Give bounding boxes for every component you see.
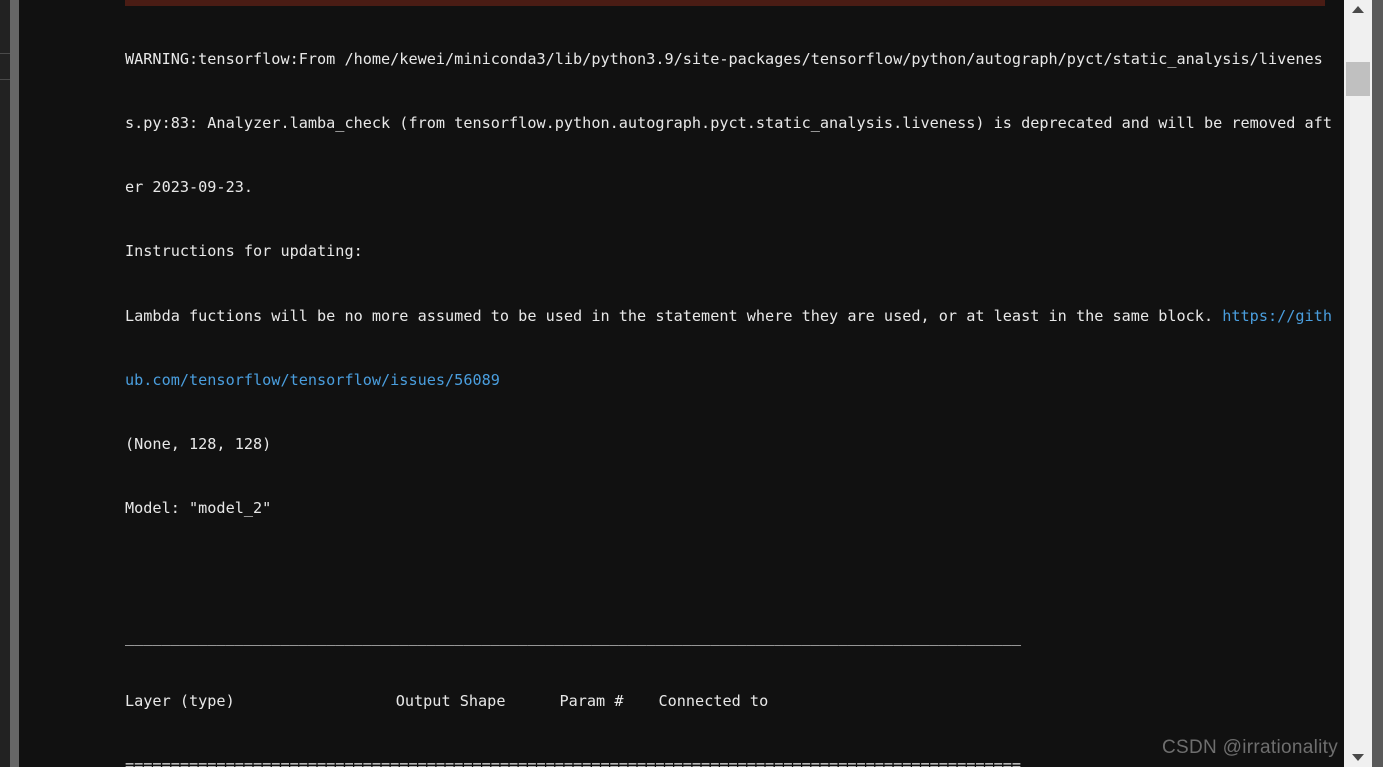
github-link-part-1[interactable]: https://gith: [1222, 307, 1332, 325]
left-gap: [19, 0, 22, 767]
header-output-shape: Output Shape: [395, 691, 506, 710]
scrollbar-thumb[interactable]: [1346, 62, 1370, 96]
shape-output-line: (None, 128, 128): [125, 435, 272, 454]
table-header-row: Layer (type) Output Shape Param # Connected…: [125, 691, 1340, 712]
model-name-line: Model: "model_2": [125, 499, 272, 518]
lambda-instruction-line: Lambda fuctions will be no more assumed …: [125, 306, 1340, 327]
scroll-down-arrow-icon[interactable]: [1352, 754, 1364, 761]
github-link-line: ub.com/tensorflow/tensorflow/issues/5608…: [125, 370, 1340, 391]
header-param: Param #: [559, 691, 624, 710]
warning-line: s.py:83: Analyzer.lamba_check (from tens…: [125, 114, 1332, 133]
header-layer: Layer (type): [125, 691, 235, 710]
left-gutter-panel: [0, 0, 10, 767]
warning-line: Instructions for updating:: [125, 242, 363, 261]
github-link-part-2[interactable]: ub.com/tensorflow/tensorflow/issues/5608…: [125, 371, 500, 389]
vertical-scrollbar[interactable]: [1344, 0, 1372, 767]
scroll-up-arrow-icon[interactable]: [1352, 6, 1364, 13]
header-connected: Connected to: [658, 691, 769, 710]
lambda-text: Lambda fuctions will be no more assumed …: [125, 306, 1223, 325]
warning-line: er 2023-09-23.: [125, 178, 254, 197]
table-rule-double: ========================================…: [125, 756, 1022, 767]
warning-line: WARNING:tensorflow:From /home/kewei/mini…: [125, 49, 1323, 68]
window-edge-strip: [1372, 0, 1383, 767]
terminal-window: WARNING:tensorflow:From /home/kewei/mini…: [0, 0, 1383, 767]
table-rule-top: ________________________________________…: [125, 627, 1022, 646]
console-output: WARNING:tensorflow:From /home/kewei/mini…: [125, 6, 1340, 767]
left-scroll-strip[interactable]: [10, 0, 19, 767]
